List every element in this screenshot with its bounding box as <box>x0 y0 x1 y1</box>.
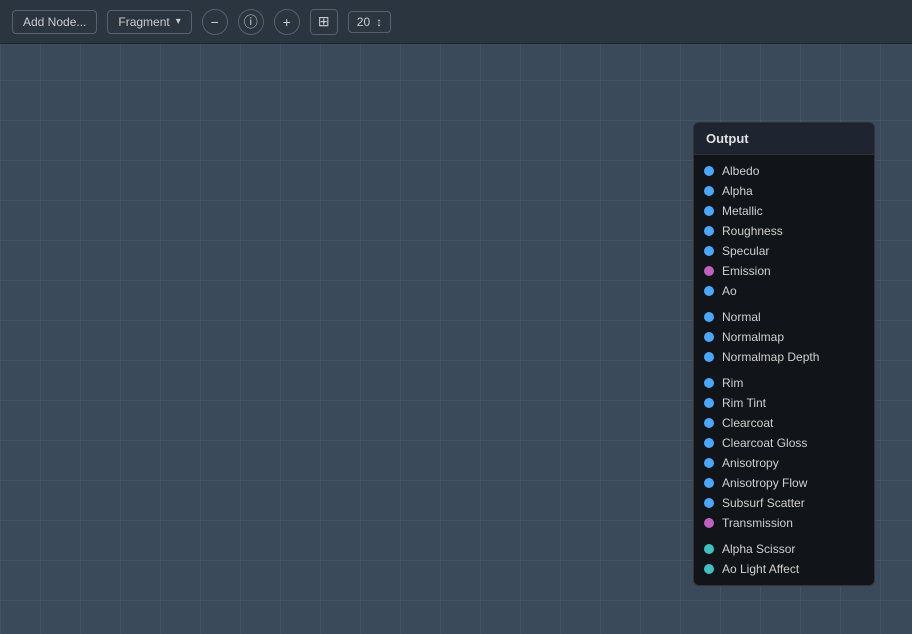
output-item[interactable]: Metallic <box>694 201 874 221</box>
output-item[interactable]: Emission <box>694 261 874 281</box>
output-panel-header: Output <box>694 123 874 155</box>
layout-button[interactable]: ⊞ <box>310 9 338 35</box>
output-item-label: Rim Tint <box>722 396 766 410</box>
output-item-dot <box>704 378 714 388</box>
output-item-label: Ao Light Affect <box>722 562 799 576</box>
output-item-dot <box>704 498 714 508</box>
output-item-label: Clearcoat Gloss <box>722 436 807 450</box>
output-item[interactable]: Alpha <box>694 181 874 201</box>
output-item-label: Roughness <box>722 224 783 238</box>
output-item-label: Transmission <box>722 516 793 530</box>
output-item[interactable]: Clearcoat Gloss <box>694 433 874 453</box>
zoom-spinner-icon: ↕ <box>376 15 382 29</box>
output-item-label: Normalmap <box>722 330 784 344</box>
output-item-label: Alpha <box>722 184 753 198</box>
zoom-display: 20 ↕ <box>348 11 391 33</box>
output-item-dot <box>704 418 714 428</box>
minus-icon: − <box>211 14 219 30</box>
output-item-dot <box>704 478 714 488</box>
output-item[interactable]: Anisotropy Flow <box>694 473 874 493</box>
zoom-in-button[interactable]: + <box>274 9 300 35</box>
output-item[interactable]: Ao Light Affect <box>694 559 874 579</box>
output-item[interactable]: Transmission <box>694 513 874 533</box>
info-button[interactable]: ⓘ <box>238 9 264 35</box>
output-item-label: Subsurf Scatter <box>722 496 805 510</box>
output-item[interactable]: Normalmap <box>694 327 874 347</box>
output-panel-items: Albedo Alpha Metallic Roughness Specular Emis… <box>694 155 874 585</box>
output-item-dot <box>704 312 714 322</box>
output-item-label: Metallic <box>722 204 763 218</box>
fragment-label: Fragment <box>118 15 169 29</box>
output-item[interactable]: Clearcoat <box>694 413 874 433</box>
output-item[interactable]: Rim <box>694 373 874 393</box>
toolbar: Add Node... Fragment ▾ − ⓘ + ⊞ 20 ↕ <box>0 0 912 44</box>
output-item-label: Specular <box>722 244 769 258</box>
output-item-label: Normal <box>722 310 761 324</box>
output-panel: Output Albedo Alpha Metallic Roughness Specu… <box>693 122 875 586</box>
output-item[interactable]: Ao <box>694 281 874 301</box>
layout-icon: ⊞ <box>318 13 330 30</box>
output-item-label: Emission <box>722 264 771 278</box>
output-item[interactable]: Normalmap Depth <box>694 347 874 367</box>
output-item[interactable]: Subsurf Scatter <box>694 493 874 513</box>
add-node-label: Add Node... <box>23 15 86 29</box>
output-item-label: Rim <box>722 376 743 390</box>
output-panel-title: Output <box>706 131 749 146</box>
output-item[interactable]: Anisotropy <box>694 453 874 473</box>
output-item[interactable]: Specular <box>694 241 874 261</box>
output-item-dot <box>704 166 714 176</box>
output-item-label: Normalmap Depth <box>722 350 819 364</box>
output-item-dot <box>704 458 714 468</box>
output-item-dot <box>704 398 714 408</box>
output-item-dot <box>704 266 714 276</box>
output-item-dot <box>704 206 714 216</box>
output-item[interactable]: Alpha Scissor <box>694 539 874 559</box>
output-item-label: Clearcoat <box>722 416 773 430</box>
output-item-dot <box>704 286 714 296</box>
output-item[interactable]: Roughness <box>694 221 874 241</box>
output-item[interactable]: Rim Tint <box>694 393 874 413</box>
output-item-label: Anisotropy Flow <box>722 476 807 490</box>
output-item-dot <box>704 186 714 196</box>
output-item-dot <box>704 332 714 342</box>
output-item[interactable]: Albedo <box>694 161 874 181</box>
output-item-dot <box>704 352 714 362</box>
plus-icon: + <box>283 14 291 30</box>
info-icon: ⓘ <box>244 12 258 32</box>
output-item-dot <box>704 226 714 236</box>
output-item-dot <box>704 564 714 574</box>
output-item-label: Anisotropy <box>722 456 779 470</box>
output-item-dot <box>704 438 714 448</box>
chevron-down-icon: ▾ <box>176 16 181 27</box>
output-item-label: Albedo <box>722 164 759 178</box>
add-node-button[interactable]: Add Node... <box>12 10 97 34</box>
output-item[interactable]: Normal <box>694 307 874 327</box>
output-item-dot <box>704 246 714 256</box>
output-item-label: Ao <box>722 284 737 298</box>
output-item-label: Alpha Scissor <box>722 542 795 556</box>
zoom-value: 20 <box>357 15 370 29</box>
fragment-dropdown-button[interactable]: Fragment ▾ <box>107 10 191 34</box>
output-item-dot <box>704 518 714 528</box>
zoom-out-button[interactable]: − <box>202 9 228 35</box>
output-item-dot <box>704 544 714 554</box>
